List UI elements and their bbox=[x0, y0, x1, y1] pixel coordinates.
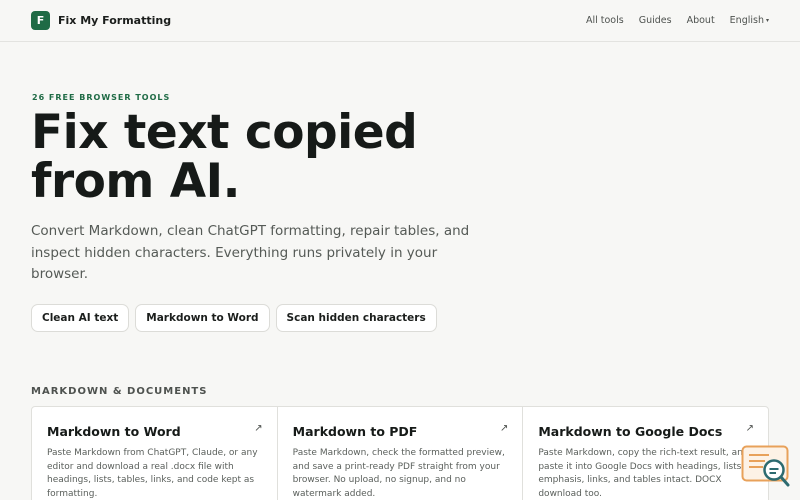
card-title[interactable]: Markdown to Word bbox=[47, 424, 261, 439]
card-title[interactable]: Markdown to Google Docs bbox=[538, 424, 752, 439]
external-arrow-icon: ↗ bbox=[745, 423, 755, 434]
site-header: F Fix My Formatting All tools Guides Abo… bbox=[0, 0, 800, 42]
card-description: Paste Markdown, copy the rich-text resul… bbox=[538, 448, 749, 499]
nav-about[interactable]: About bbox=[687, 15, 715, 26]
tool-card-markdown-to-pdf[interactable]: Markdown to PDF Paste Markdown, check th… bbox=[278, 407, 524, 500]
hero-subtitle: Convert Markdown, clean ChatGPT formatti… bbox=[31, 223, 470, 282]
brand[interactable]: F Fix My Formatting bbox=[31, 11, 171, 30]
tool-card-markdown-to-word[interactable]: Markdown to Word Paste Markdown from Cha… bbox=[32, 407, 278, 500]
section-label: MARKDOWN & DOCUMENTS bbox=[31, 386, 208, 397]
logo-icon[interactable]: F bbox=[31, 11, 50, 30]
language-label: English bbox=[729, 15, 764, 26]
card-description: Paste Markdown, check the formatted prev… bbox=[292, 448, 505, 499]
brand-name[interactable]: Fix My Formatting bbox=[58, 14, 171, 27]
document-search-icon[interactable] bbox=[741, 445, 791, 488]
main-nav: All tools Guides About English ▾ bbox=[586, 15, 769, 26]
tool-cards: Markdown to Word Paste Markdown from Cha… bbox=[31, 406, 769, 500]
chevron-down-icon: ▾ bbox=[765, 17, 769, 24]
external-arrow-icon: ↗ bbox=[254, 423, 263, 434]
hero-eyebrow: 26 FREE BROWSER TOOLS bbox=[32, 93, 171, 102]
markdown-to-word-button[interactable]: Markdown to Word bbox=[135, 304, 270, 332]
language-selector[interactable]: English ▾ bbox=[730, 15, 769, 26]
card-title[interactable]: Markdown to PDF bbox=[293, 424, 507, 439]
tool-card-markdown-to-google-docs[interactable]: Markdown to Google Docs Paste Markdown, … bbox=[523, 407, 768, 500]
clean-ai-text-button[interactable]: Clean AI text bbox=[31, 304, 130, 332]
hero-actions: Clean AI text Markdown to Word Scan hidd… bbox=[31, 304, 437, 332]
external-arrow-icon: ↗ bbox=[499, 423, 509, 434]
nav-all-tools[interactable]: All tools bbox=[586, 15, 624, 26]
nav-guides[interactable]: Guides bbox=[639, 15, 672, 26]
hero-title: Fix text copied from AI. bbox=[31, 105, 418, 209]
scan-hidden-characters-button[interactable]: Scan hidden characters bbox=[275, 304, 437, 332]
document-search-icon-graphic bbox=[741, 445, 790, 487]
card-description: Paste Markdown from ChatGPT, Claude, or … bbox=[47, 448, 258, 499]
